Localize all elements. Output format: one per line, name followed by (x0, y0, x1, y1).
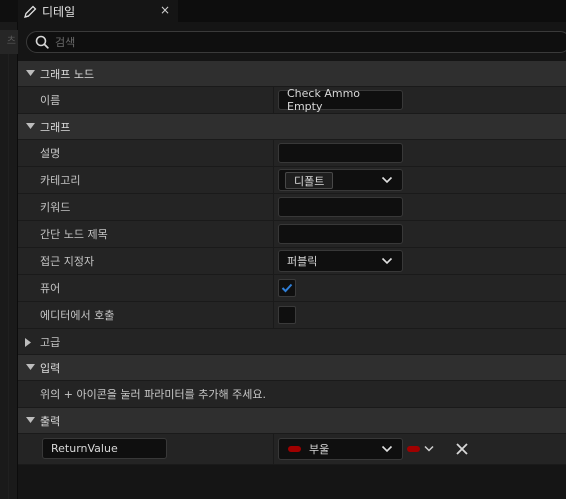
property-row-pure: 퓨어 (18, 275, 566, 302)
pure-checkbox[interactable] (278, 279, 296, 297)
left-divider (8, 54, 9, 499)
property-row-call-in-editor: 에디터에서 호출 (18, 302, 566, 329)
advanced-expander-row[interactable]: 고급 (18, 329, 566, 355)
chevron-down-icon (381, 445, 393, 453)
inputs-hint: 위의 + 아이콘을 눌러 파라미터를 추가해 주세요. (40, 388, 266, 401)
advanced-label: 고급 (40, 335, 61, 349)
keywords-field[interactable] (278, 197, 403, 217)
column-divider (273, 275, 274, 301)
triangle-down-icon (22, 70, 38, 77)
column-divider (273, 302, 274, 328)
category-label: 입력 (40, 361, 61, 375)
output-param-type-combo[interactable]: 부울 (278, 438, 403, 460)
output-param-type: 부울 (309, 443, 330, 456)
property-label: 접근 지정자 (40, 255, 95, 268)
property-label: 에디터에서 호출 (40, 309, 115, 322)
column-divider (273, 194, 274, 220)
checkmark-icon (281, 283, 293, 293)
tab-title: 디테일 (42, 4, 76, 19)
tab-details[interactable]: 디테일 × (18, 0, 178, 22)
column-divider (273, 140, 274, 166)
container-type-picker[interactable] (407, 441, 439, 457)
node-name-field[interactable]: Check Ammo Empty (278, 87, 403, 113)
remove-icon[interactable] (455, 442, 469, 456)
close-icon[interactable]: × (158, 3, 172, 17)
column-divider (273, 167, 274, 193)
property-row-category: 카테고리 디폴트 (18, 167, 566, 194)
property-row-compact-title: 간단 노드 제목 (18, 221, 566, 248)
column-divider (273, 221, 274, 247)
property-label: 카테고리 (40, 174, 81, 187)
property-row-description: 설명 (18, 140, 566, 167)
property-row-access: 접근 지정자 퍼블릭 (18, 248, 566, 275)
chevron-down-icon (381, 257, 393, 265)
category-value[interactable]: 디폴트 (285, 172, 334, 189)
empty-area (18, 465, 566, 495)
column-divider (273, 87, 274, 113)
search-box[interactable] (26, 31, 566, 53)
property-label: 퓨어 (40, 282, 61, 295)
pencil-icon (22, 3, 38, 19)
triangle-down-icon (22, 417, 38, 424)
search-icon (35, 35, 49, 49)
tab-bar: 디테일 × (18, 0, 566, 22)
category-outputs[interactable]: 출력 (18, 408, 566, 434)
chevron-down-icon (424, 445, 434, 452)
property-row-name: 이름 Check Ammo Empty (18, 87, 566, 114)
search-input[interactable] (55, 35, 455, 49)
property-label: 이름 (40, 94, 61, 107)
category-inputs[interactable]: 입력 (18, 355, 566, 381)
left-panel-sliver: 츠 (0, 0, 18, 499)
category-graph[interactable]: 그래프 (18, 114, 566, 140)
property-label: 간단 노드 제목 (40, 228, 108, 241)
property-label: 키워드 (40, 201, 71, 214)
left-panel-fragment: 츠 (0, 30, 18, 54)
output-param-row: ReturnValue 부울 (18, 434, 566, 465)
triangle-down-icon (22, 123, 38, 130)
category-label: 그래프 (40, 120, 71, 134)
inputs-hint-row: 위의 + 아이콘을 눌러 파라미터를 추가해 주세요. (18, 381, 566, 408)
access-specifier-value: 퍼블릭 (287, 255, 318, 268)
triangle-right-icon (25, 337, 32, 350)
column-divider (273, 434, 274, 464)
property-row-keywords: 키워드 (18, 194, 566, 221)
category-label: 그래프 노드 (40, 67, 95, 81)
category-label: 출력 (40, 414, 61, 428)
bool-pin-icon (288, 446, 301, 452)
chevron-down-icon (381, 176, 393, 184)
left-tab-strip (0, 0, 18, 22)
property-label: 설명 (40, 147, 61, 160)
property-list: 그래프 노드 이름 Check Ammo Empty 그래프 설명 카테고리 디… (18, 61, 566, 495)
column-divider (273, 248, 274, 274)
triangle-down-icon (22, 364, 38, 371)
access-specifier-combo[interactable]: 퍼블릭 (278, 250, 403, 272)
compact-title-field[interactable] (278, 224, 403, 244)
category-combo[interactable]: 디폴트 (278, 169, 403, 191)
call-in-editor-checkbox[interactable] (278, 306, 296, 324)
bool-pin-icon (407, 446, 420, 452)
details-panel: 그래프 노드 이름 Check Ammo Empty 그래프 설명 카테고리 디… (18, 22, 566, 499)
category-graph-node[interactable]: 그래프 노드 (18, 61, 566, 87)
description-field[interactable] (278, 143, 403, 163)
output-param-name-field[interactable]: ReturnValue (42, 438, 167, 459)
